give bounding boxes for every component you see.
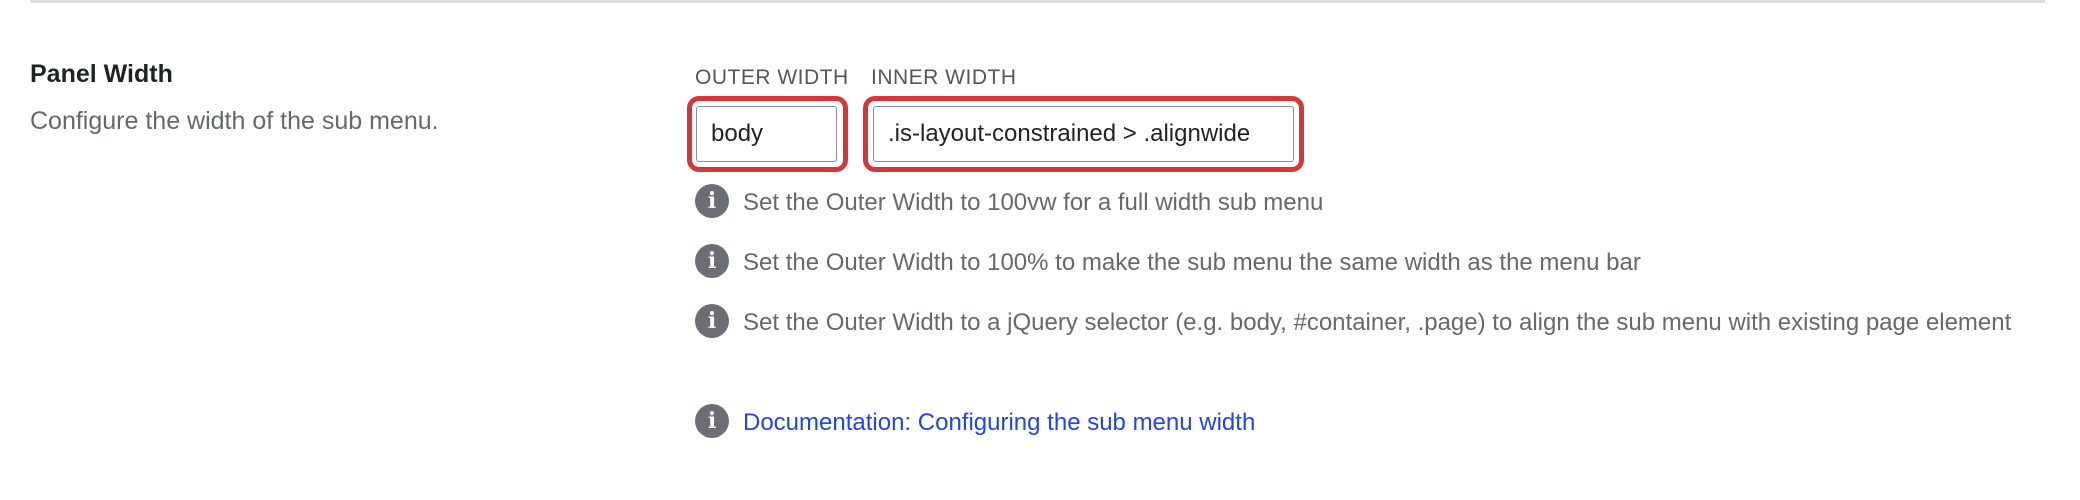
inner-width-input[interactable]	[873, 106, 1294, 162]
info-text: Set the Outer Width to 100% to make the …	[743, 249, 1641, 276]
info-icon: i	[695, 183, 729, 218]
info-item: i Set the Outer Width to 100vw for a full…	[695, 183, 2025, 223]
info-icon: i	[695, 243, 729, 278]
documentation-link[interactable]: Documentation: Configuring the sub menu …	[743, 409, 1255, 436]
info-text: Set the Outer Width to a jQuery selector…	[743, 309, 2012, 336]
setting-title: Panel Width	[30, 60, 173, 88]
info-icon: i	[695, 303, 729, 338]
inner-width-header: INNER WIDTH	[871, 66, 1017, 89]
info-icon: i	[695, 403, 729, 438]
outer-width-input[interactable]	[696, 106, 837, 162]
outer-width-header: OUTER WIDTH	[695, 66, 849, 89]
settings-panel: Panel Width Configure the width of the s…	[0, 0, 2080, 500]
info-text: Set the Outer Width to 100vw for a full …	[743, 189, 1324, 216]
section-divider	[30, 0, 2045, 3]
info-item: i Set the Outer Width to 100% to make the…	[695, 243, 2025, 283]
setting-description: Configure the width of the sub menu.	[30, 107, 439, 135]
info-item-documentation: i Documentation: Configuring the sub menu…	[695, 403, 2025, 443]
info-item: i Set the Outer Width to a jQuery selecto…	[695, 303, 2025, 343]
